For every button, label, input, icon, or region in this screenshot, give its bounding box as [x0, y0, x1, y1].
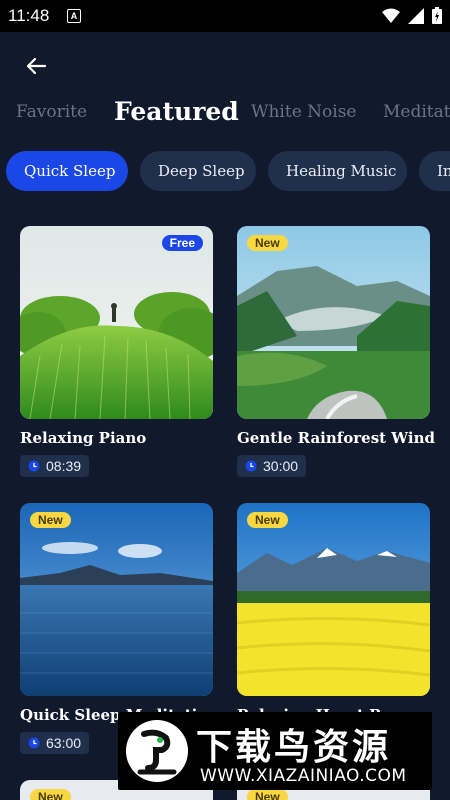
- card-gentle-rainforest-wind[interactable]: New Gentle Rainforest Wind 30:00: [237, 226, 435, 477]
- chip-deep-sleep[interactable]: Deep Sleep: [140, 151, 256, 191]
- card-relaxing-heart[interactable]: New Relaxing Heart R: [237, 503, 430, 724]
- duration-text: 63:00: [46, 735, 82, 751]
- duration-tag: 08:39: [20, 455, 90, 477]
- card-relaxing-piano[interactable]: Free Relaxing Piano 08:39: [20, 226, 213, 477]
- watermark-overlay: 下载鸟资源 WWW.XIAZAINIAO.COM: [118, 712, 432, 790]
- duration-text: 08:39: [46, 458, 82, 474]
- new-badge: New: [247, 235, 288, 251]
- duration-tag: 30:00: [237, 455, 307, 477]
- grass-hills-image: [20, 226, 213, 419]
- signal-icon: [408, 7, 424, 24]
- clock-icon: [245, 460, 257, 472]
- free-badge: Free: [161, 235, 203, 251]
- chip-quick-sleep[interactable]: Quick Sleep: [6, 151, 128, 191]
- lake-image: [20, 503, 213, 696]
- status-time: 11:48: [8, 6, 50, 25]
- tab-white-noise[interactable]: White Noise: [251, 90, 357, 134]
- back-button[interactable]: [20, 50, 52, 82]
- flower-field-image: [237, 503, 430, 696]
- new-badge: New: [247, 789, 288, 800]
- system-icons: [382, 7, 442, 24]
- rainforest-mountains-image: [237, 226, 430, 419]
- duration-tag: 63:00: [20, 732, 90, 754]
- card-thumbnail: Free: [20, 226, 213, 419]
- chip-in[interactable]: In: [419, 151, 450, 191]
- chip-healing-music[interactable]: Healing Music: [268, 151, 407, 191]
- filter-chips: Quick Sleep Deep Sleep Healing Music In: [0, 150, 450, 194]
- wifi-icon: [382, 8, 400, 23]
- new-badge: New: [30, 512, 71, 528]
- tab-featured[interactable]: Featured: [114, 90, 239, 134]
- notification-icon: A: [67, 9, 81, 23]
- tab-favorite[interactable]: Favorite: [16, 90, 87, 134]
- card-thumbnail: New: [237, 503, 430, 696]
- bird-logo-icon: [126, 720, 188, 782]
- card-thumbnail: New: [237, 226, 430, 419]
- card-title: Relaxing Piano: [20, 429, 147, 447]
- clock-icon: [28, 737, 40, 749]
- category-tabs: Favorite Featured White Noise Meditati: [0, 90, 450, 134]
- clock-icon: [28, 460, 40, 472]
- new-badge: New: [30, 789, 71, 800]
- tab-meditation[interactable]: Meditati: [383, 90, 450, 134]
- card-thumbnail: New: [20, 503, 213, 696]
- arrow-left-icon: [26, 57, 47, 75]
- battery-icon: [432, 7, 442, 24]
- status-bar: 11:48 A: [0, 0, 450, 32]
- watermark-title: 下载鸟资源: [196, 727, 392, 768]
- duration-text: 30:00: [263, 458, 299, 474]
- watermark-url: WWW.XIAZAINIAO.COM: [200, 766, 407, 786]
- new-badge: New: [247, 512, 288, 528]
- card-title: Gentle Rainforest Wind: [237, 429, 435, 447]
